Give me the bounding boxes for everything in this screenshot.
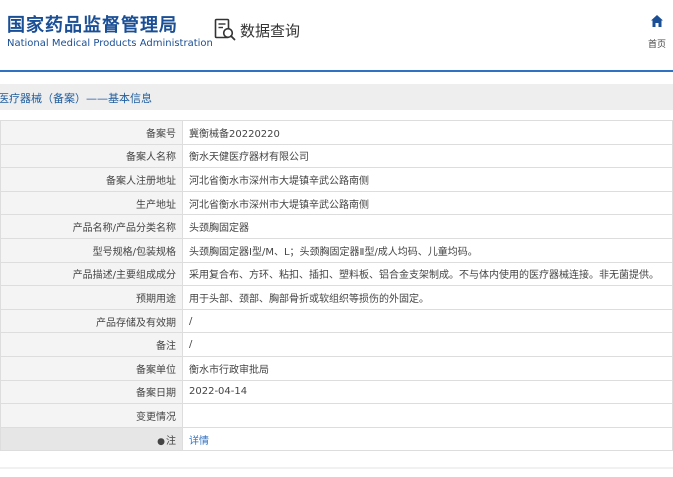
field-value: 头颈胸固定器: [182, 214, 673, 239]
field-value: /: [182, 332, 673, 357]
field-label: 备注: [0, 332, 183, 357]
table-row: 产品名称/产品分类名称 头颈胸固定器: [0, 214, 673, 239]
field-label: 产品名称/产品分类名称: [0, 214, 183, 239]
note-label: 注: [166, 435, 176, 447]
note-value-cell: 详情: [182, 426, 673, 452]
table-row: 备案号 冀衡械备20220220: [0, 120, 673, 145]
note-label-cell: ●注: [0, 426, 183, 452]
field-label: 备案人名称: [0, 143, 183, 169]
field-label: 产品描述/主要组成成分: [0, 261, 183, 287]
field-value: 衡水天健医疗器材有限公司: [182, 143, 673, 169]
org-name-cn[interactable]: 国家药品监督管理局: [7, 11, 178, 37]
field-value: [182, 403, 673, 428]
search-document-icon: [214, 18, 236, 41]
field-value: 头颈胸固定器Ⅰ型/M、L；头颈胸固定器Ⅱ型/成人均码、儿童均码。: [182, 237, 673, 263]
table-row: 预期用途 用于头部、颈部、胸部骨折或软组织等损伤的外固定。: [0, 285, 673, 310]
basic-info-table: 备案号 冀衡械备20220220 备案人名称 衡水天健医疗器材有限公司 备案人注…: [0, 120, 673, 452]
table-row: 备案日期 2022-04-14: [0, 379, 673, 405]
note-row: ●注 详情: [0, 426, 673, 452]
table-row: 备注 /: [0, 332, 673, 357]
field-label: 备案单位: [0, 355, 183, 381]
table-row: 生产地址 河北省衡水市深州市大堤镇辛武公路南侧: [0, 190, 673, 216]
note-marker-icon: ●: [157, 436, 165, 447]
field-label: 型号规格/包装规格: [0, 237, 183, 263]
site-header: 国家药品监督管理局 National Medical Products Admi…: [0, 0, 673, 70]
footer-divider: [0, 467, 673, 469]
field-value: 河北省衡水市深州市大堤镇辛武公路南侧: [182, 167, 673, 192]
table-row: 备案单位 衡水市行政审批局: [0, 355, 673, 381]
field-label: 备案人注册地址: [0, 167, 183, 192]
field-value: /: [182, 308, 673, 334]
data-query-label: 数据查询: [240, 21, 301, 40]
data-query-link[interactable]: 数据查询: [214, 17, 300, 43]
field-label: 备案号: [0, 120, 183, 145]
field-value: 衡水市行政审批局: [182, 355, 673, 381]
field-label: 生产地址: [0, 190, 183, 216]
field-label: 变更情况: [0, 403, 183, 428]
field-value: 采用复合布、方环、粘扣、插扣、塑料板、铝合金支架制成。不与体内使用的医疗器械连接…: [182, 261, 673, 287]
section-title: 医疗器械（备案）——基本信息: [0, 92, 152, 105]
table-row: 产品描述/主要组成成分 采用复合布、方环、粘扣、插扣、塑料板、铝合金支架制成。不…: [0, 261, 673, 287]
table-row: 备案人注册地址 河北省衡水市深州市大堤镇辛武公路南侧: [0, 167, 673, 192]
field-label: 备案日期: [0, 379, 183, 405]
table-row: 变更情况: [0, 403, 673, 428]
header-divider: [0, 70, 673, 72]
home-icon: [651, 15, 663, 27]
field-value: 河北省衡水市深州市大堤镇辛武公路南侧: [182, 190, 673, 216]
org-name-en[interactable]: National Medical Products Administration: [7, 38, 213, 49]
section-title-bar: 医疗器械（备案）——基本信息: [0, 84, 673, 110]
field-label: 产品存储及有效期: [0, 308, 183, 334]
field-value: 2022-04-14: [182, 379, 673, 405]
field-label: 预期用途: [0, 285, 183, 310]
table-row: 备案人名称 衡水天健医疗器材有限公司: [0, 143, 673, 169]
table-row: 型号规格/包装规格 头颈胸固定器Ⅰ型/M、L；头颈胸固定器Ⅱ型/成人均码、儿童均…: [0, 237, 673, 263]
detail-link[interactable]: 详情: [189, 436, 209, 447]
table-row: 产品存储及有效期 /: [0, 308, 673, 334]
field-value: 冀衡械备20220220: [182, 120, 673, 145]
home-link[interactable]: 首页: [644, 14, 670, 51]
home-label: 首页: [647, 40, 666, 50]
field-value: 用于头部、颈部、胸部骨折或软组织等损伤的外固定。: [182, 285, 673, 310]
